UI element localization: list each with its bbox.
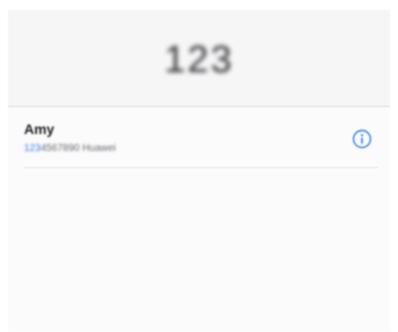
dialer-screen: 123 Amy 1234567890 Huawei [0,0,398,332]
contact-number-match: 123 [24,143,41,154]
contact-carrier: Huawei [82,143,116,154]
contact-name: Amy [24,121,55,137]
dialed-number-display: 123 [164,38,234,81]
contact-number-rest: 4567890 [40,143,80,154]
info-icon[interactable] [352,129,372,149]
dialed-number-header: 123 [8,10,390,107]
search-results-list: Amy 1234567890 Huawei [8,107,390,332]
contact-result-row[interactable]: Amy 1234567890 Huawei [24,117,378,168]
contact-number-line: 1234567890 Huawei [24,143,116,154]
